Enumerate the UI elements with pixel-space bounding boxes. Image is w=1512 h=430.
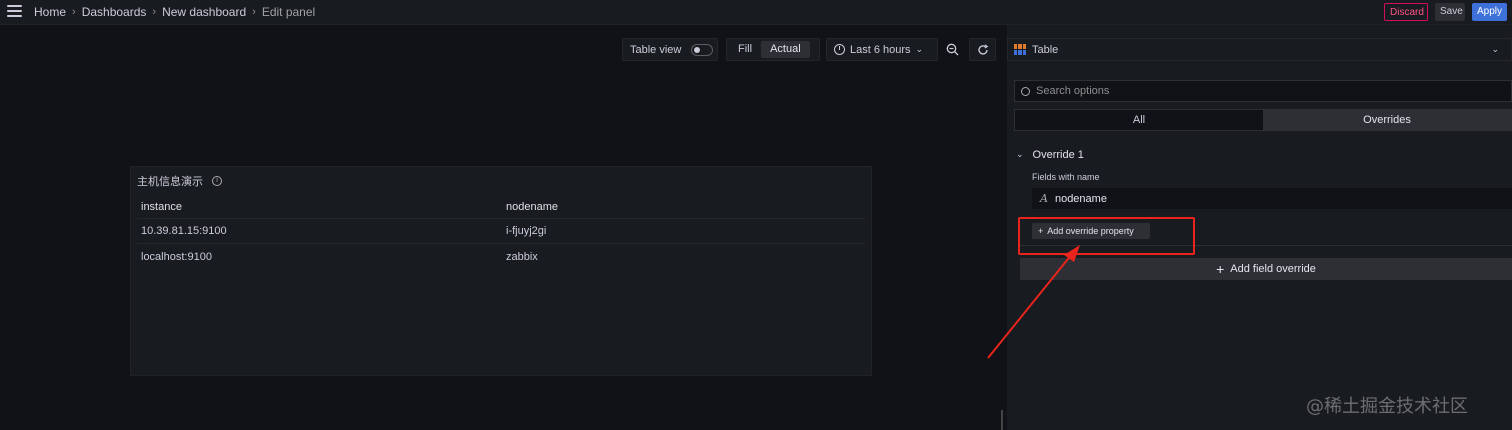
column-header-instance[interactable]: instance <box>141 201 182 213</box>
table-cell: zabbix <box>506 251 538 263</box>
visualization-label: Table <box>1032 43 1059 56</box>
table-cell: i-fjuyj2gi <box>506 225 547 237</box>
watermark-text: @稀土掘金技术社区 <box>1306 396 1468 417</box>
text-field-icon: A <box>1040 192 1048 205</box>
options-tabs: All Overrides <box>1014 109 1512 131</box>
refresh-button[interactable] <box>969 38 996 61</box>
tab-overrides[interactable]: Overrides <box>1263 110 1511 130</box>
chevron-down-icon: ⌄ <box>1491 44 1499 54</box>
breadcrumb-separator-icon: › <box>72 6 76 18</box>
header-divider <box>137 218 865 219</box>
breadcrumb: Home › Dashboards › New dashboard › Edit… <box>34 5 315 19</box>
field-name-select[interactable]: A nodename <box>1032 188 1512 209</box>
fill-actual-switch: Fill Actual <box>726 38 820 61</box>
search-placeholder: Search options <box>1036 85 1110 97</box>
actual-option[interactable]: Actual <box>761 41 810 58</box>
info-icon[interactable]: i <box>212 176 222 186</box>
panel-title-text: 主机信息演示 <box>137 176 203 188</box>
matcher-label: Fields with name <box>1032 172 1100 182</box>
tab-all[interactable]: All <box>1015 110 1263 130</box>
discard-button[interactable]: Discard <box>1384 3 1428 21</box>
apply-button[interactable]: Apply <box>1472 3 1507 21</box>
column-header-nodename[interactable]: nodename <box>506 201 558 213</box>
field-name-value: nodename <box>1054 192 1107 205</box>
panel-title: 主机信息演示 i <box>137 173 222 189</box>
breadcrumb-home[interactable]: Home <box>34 5 66 19</box>
row-divider <box>137 243 865 244</box>
time-range-picker[interactable]: Last 6 hours ⌄ <box>826 38 938 61</box>
table-view-label: Table view <box>630 43 682 56</box>
visualization-picker[interactable]: Table ⌄ <box>1007 38 1512 61</box>
zoom-out-icon <box>946 43 958 56</box>
add-field-override-label: Add field override <box>1230 263 1316 275</box>
override-title: Override 1 <box>1032 149 1084 161</box>
breadcrumb-separator-icon: › <box>252 6 256 18</box>
zoom-out-button[interactable] <box>940 38 964 61</box>
override-header[interactable]: ⌄ Override 1 <box>1016 149 1084 161</box>
breadcrumb-separator-icon: › <box>152 6 157 18</box>
pane-resize-handle[interactable] <box>1001 410 1003 430</box>
fill-option[interactable]: Fill <box>729 41 761 58</box>
save-button[interactable]: Save <box>1435 3 1465 21</box>
top-navigation-bar: Home › Dashboards › New dashboard › Edit… <box>0 0 1512 25</box>
breadcrumb-dashboards[interactable]: Dashboards <box>82 5 147 19</box>
breadcrumb-new-dashboard[interactable]: New dashboard <box>162 5 246 19</box>
annotation-highlight-box <box>1018 217 1195 255</box>
plus-icon: + <box>1216 261 1225 277</box>
clock-icon <box>834 44 845 55</box>
hamburger-menu-icon[interactable] <box>7 5 22 19</box>
panel-preview: 主机信息演示 i instance nodename 10.39.81.15:9… <box>130 166 872 376</box>
search-icon <box>1021 86 1030 96</box>
search-options-input[interactable]: Search options <box>1014 80 1512 102</box>
time-range-label: Last 6 hours <box>850 43 911 56</box>
refresh-icon <box>977 43 988 55</box>
add-field-override-button[interactable]: + Add field override <box>1020 258 1512 280</box>
table-viz-icon <box>1014 44 1026 55</box>
breadcrumb-current: Edit panel <box>261 5 316 19</box>
table-cell: 10.39.81.15:9100 <box>141 225 227 237</box>
chevron-down-icon: ⌄ <box>915 44 924 54</box>
toggle-switch-icon[interactable] <box>691 43 714 56</box>
chevron-down-icon: ⌄ <box>1016 149 1024 159</box>
table-view-toggle[interactable]: Table view <box>622 38 718 61</box>
table-cell: localhost:9100 <box>141 251 212 263</box>
